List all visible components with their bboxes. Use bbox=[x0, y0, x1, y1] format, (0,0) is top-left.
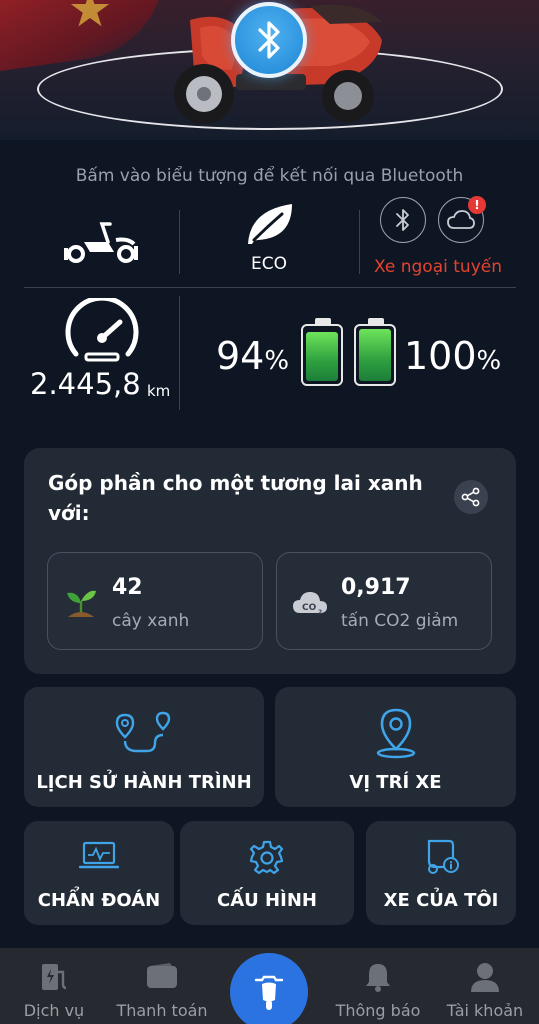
odometer-value: 2.445,8 bbox=[30, 367, 141, 401]
battery-2-fill bbox=[359, 329, 391, 381]
share-icon bbox=[461, 487, 480, 507]
sprout-icon bbox=[67, 590, 96, 617]
trip-history-button[interactable]: LỊCH SỬ HÀNH TRÌNH bbox=[24, 687, 264, 807]
nav-services[interactable]: Dịch vụ bbox=[0, 948, 108, 1024]
diagnostics-label: CHẨN ĐOÁN bbox=[37, 890, 161, 911]
trees-label: cây xanh bbox=[112, 611, 190, 631]
divider bbox=[24, 287, 516, 288]
vehicle-location-button[interactable]: VỊ TRÍ XE bbox=[275, 687, 516, 807]
route-icon bbox=[115, 711, 171, 753]
cloud-icon bbox=[447, 210, 475, 229]
wallet-icon bbox=[147, 963, 177, 988]
green-card-title: Góp phần cho một tương lai xanh với: bbox=[48, 471, 423, 525]
diagnostics-button[interactable]: CHẨN ĐOÁN bbox=[24, 821, 174, 925]
co2-value: 0,917 bbox=[341, 575, 411, 600]
location-pin-icon bbox=[376, 708, 415, 759]
scooter-front-icon bbox=[254, 975, 284, 1010]
my-vehicle-label: XE CỦA TÔI bbox=[383, 890, 499, 911]
battery-1-fill bbox=[306, 332, 338, 381]
nav-services-label: Dịch vụ bbox=[23, 1001, 85, 1020]
bluetooth-icon bbox=[258, 21, 280, 59]
nav-account[interactable]: Tài khoản bbox=[431, 948, 539, 1024]
hero-banner bbox=[0, 0, 539, 140]
nav-payment-label: Thanh toán bbox=[116, 1001, 208, 1020]
nav-payment[interactable]: Thanh toán bbox=[108, 948, 216, 1024]
speedometer-icon bbox=[65, 298, 139, 362]
share-button[interactable] bbox=[454, 480, 488, 514]
bluetooth-icon bbox=[396, 209, 409, 231]
battery-1-indicator bbox=[301, 318, 343, 386]
nav-account-label: Tài khoản bbox=[446, 1001, 524, 1020]
battery-1-percent: 94% bbox=[216, 334, 290, 378]
bell-icon bbox=[366, 964, 390, 992]
charging-station-icon bbox=[42, 964, 67, 990]
bluetooth-connect-button[interactable] bbox=[231, 2, 307, 78]
vehicle-location-label: VỊ TRÍ XE bbox=[349, 772, 442, 793]
nav-home-scooter-button[interactable] bbox=[230, 953, 308, 1024]
trees-stat: 42 cây xanh bbox=[47, 552, 263, 650]
user-icon bbox=[471, 963, 499, 992]
divider bbox=[179, 210, 180, 274]
trip-history-label: LỊCH SỬ HÀNH TRÌNH bbox=[36, 772, 252, 793]
svg-text:2: 2 bbox=[318, 609, 322, 616]
nav-notifications-label: Thông báo bbox=[335, 1001, 421, 1020]
eco-leaf-icon bbox=[248, 204, 292, 244]
configuration-label: CẤU HÌNH bbox=[217, 890, 317, 911]
odometer-unit: km bbox=[147, 382, 171, 400]
co2-label: tấn CO2 giảm bbox=[341, 611, 459, 631]
nav-notifications[interactable]: Thông báo bbox=[324, 948, 432, 1024]
co2-stat: CO 2 0,917 tấn CO2 giảm bbox=[276, 552, 492, 650]
svg-text:CO: CO bbox=[302, 603, 317, 613]
gear-icon bbox=[249, 840, 284, 875]
battery-2-percent: 100% bbox=[404, 334, 502, 378]
green-contribution-card: Góp phần cho một tương lai xanh với: 42 … bbox=[24, 448, 516, 674]
trees-value: 42 bbox=[112, 575, 143, 600]
bluetooth-hint-text: Bấm vào biểu tượng để kết nối qua Blueto… bbox=[75, 166, 464, 186]
scooter-side-icon bbox=[64, 222, 138, 263]
connection-status-text: Xe ngoại tuyến bbox=[374, 257, 502, 277]
my-vehicle-button[interactable]: XE CỦA TÔI bbox=[366, 821, 516, 925]
co2-cloud-icon: CO 2 bbox=[293, 592, 327, 616]
bluetooth-status-button[interactable] bbox=[380, 197, 426, 243]
battery-2-indicator bbox=[354, 318, 396, 386]
laptop-diagnostics-icon bbox=[79, 841, 119, 869]
configuration-button[interactable]: CẤU HÌNH bbox=[180, 821, 354, 925]
ride-mode-label: ECO bbox=[251, 254, 287, 274]
divider bbox=[179, 296, 180, 410]
alert-badge: ! bbox=[468, 196, 486, 214]
scooter-info-icon bbox=[427, 839, 459, 874]
